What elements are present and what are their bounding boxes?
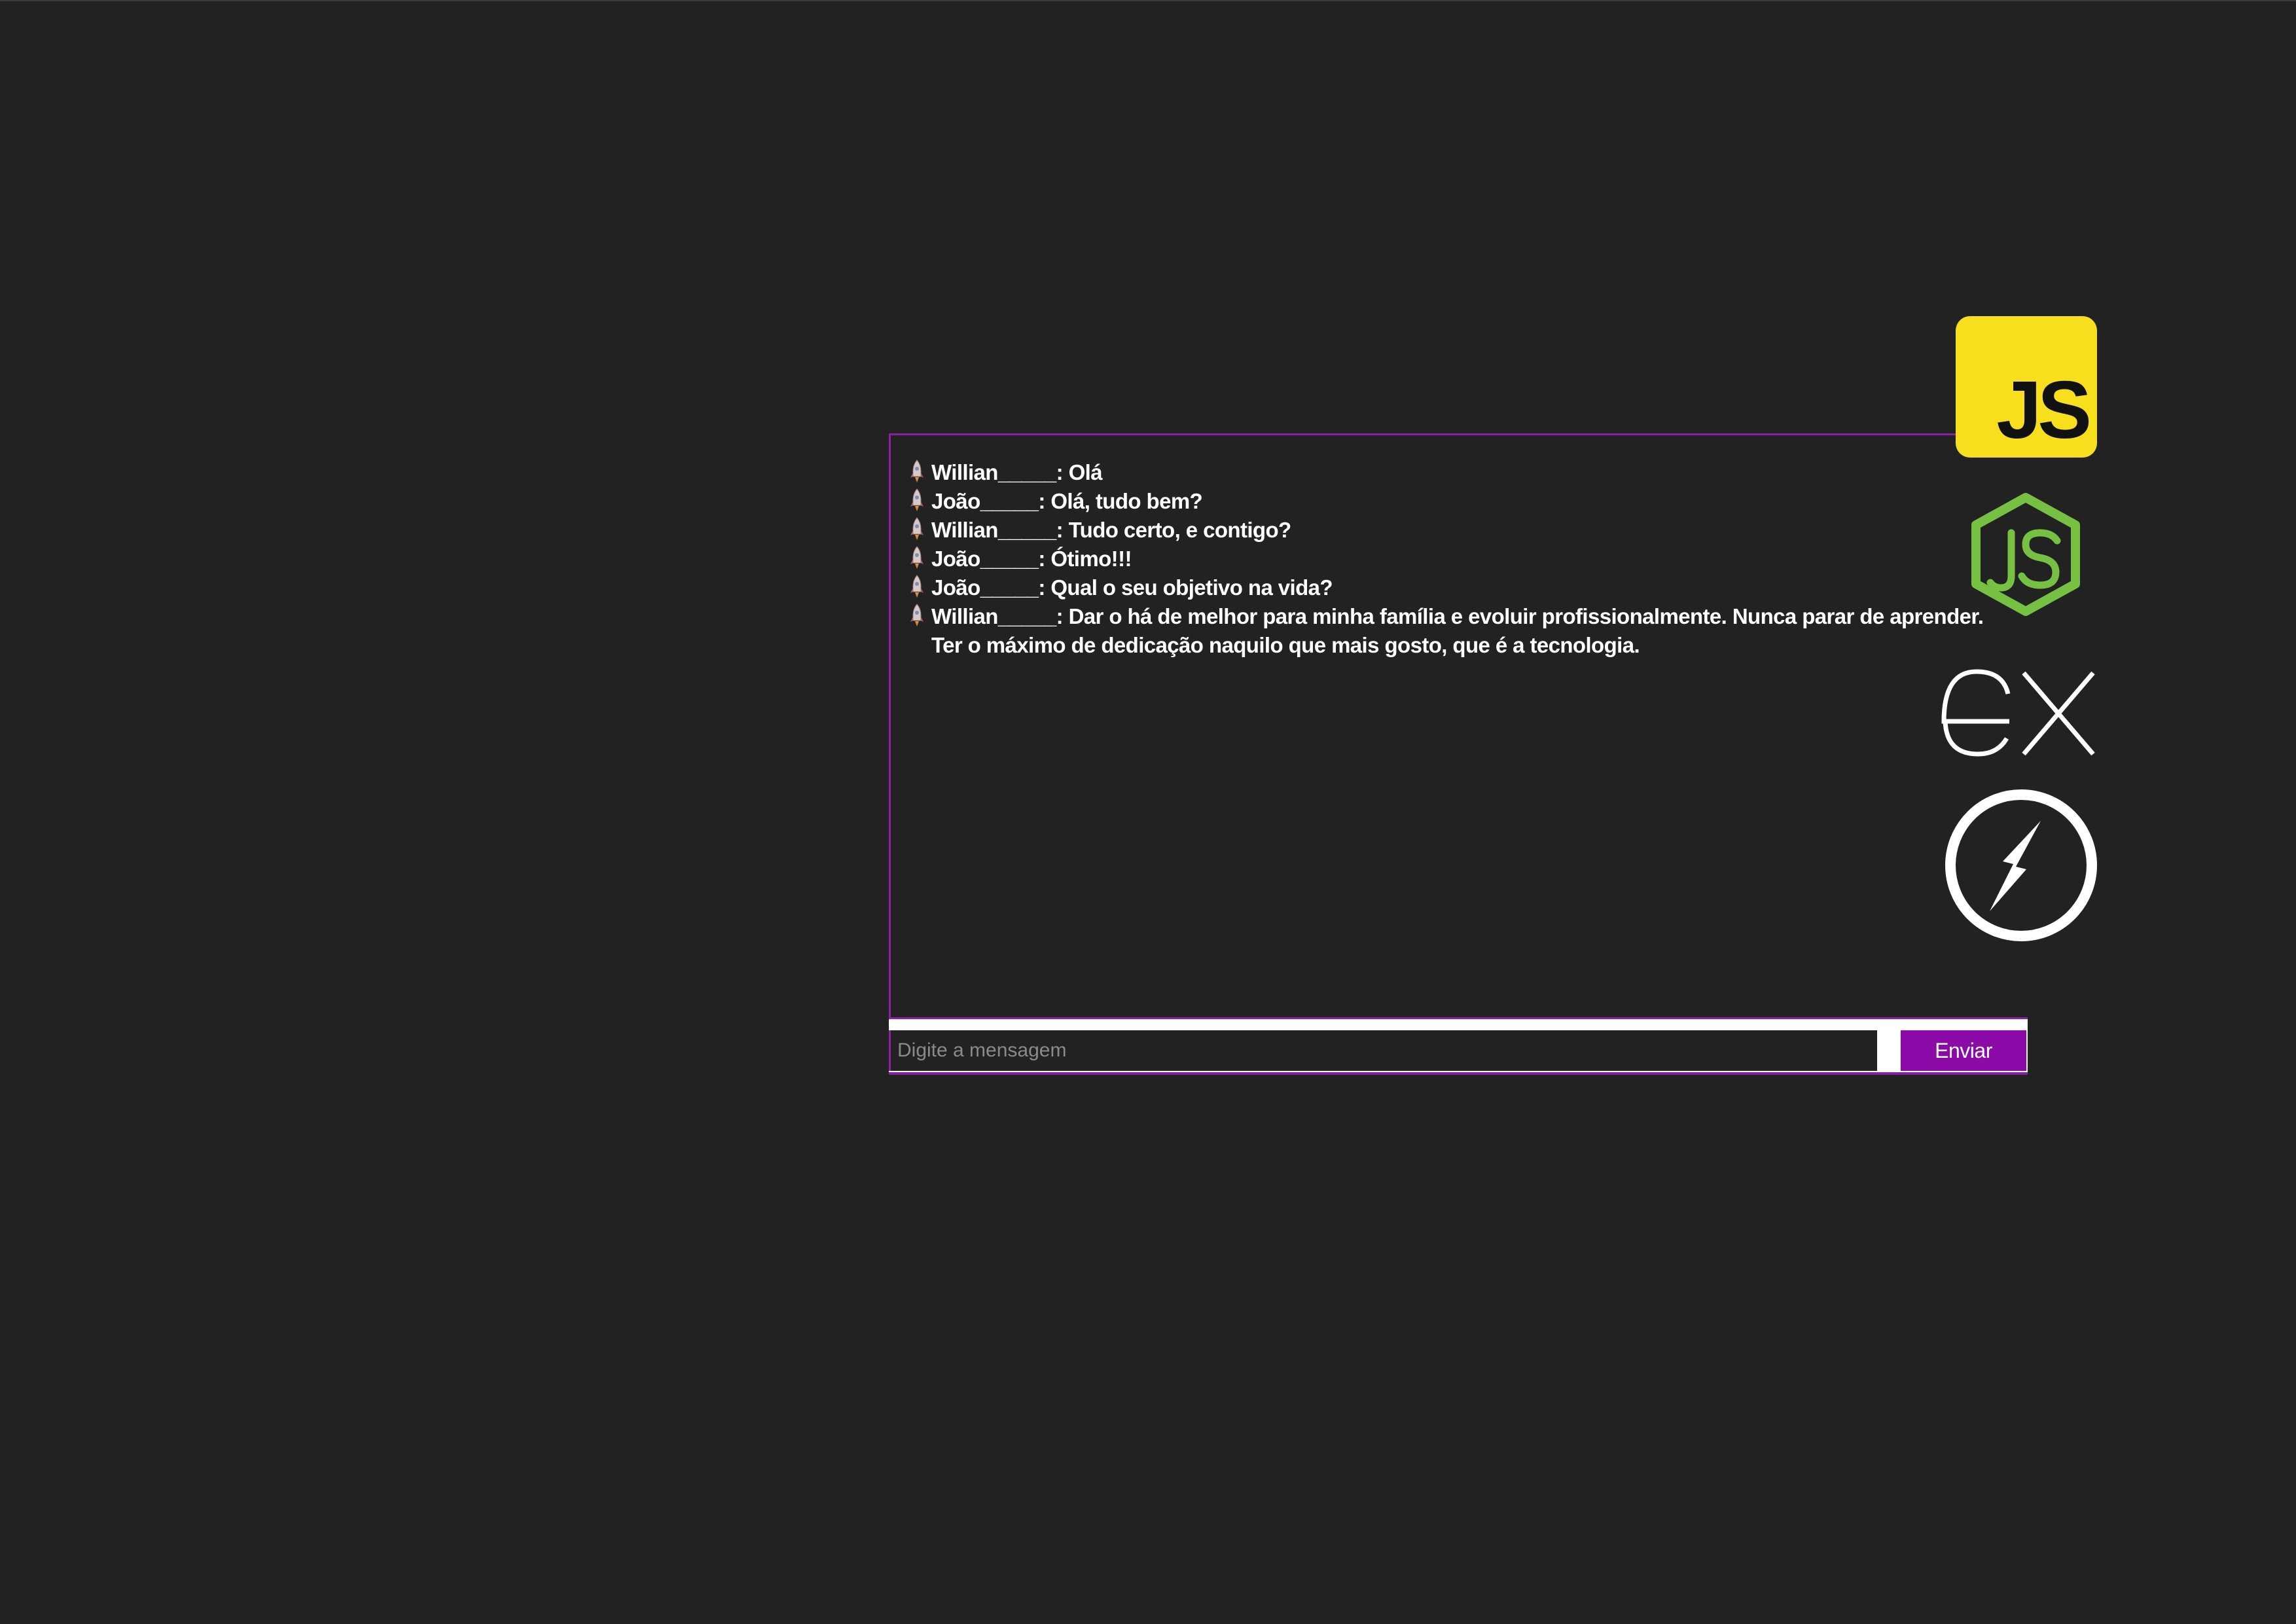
message-item: João_____: Ótimo!!!: [910, 545, 2017, 573]
nodejs-logo: [1971, 493, 2080, 616]
message-text: João_____: Qual o seu objetivo na vida?: [931, 573, 2017, 602]
rocket-icon: [910, 604, 924, 626]
message-body: : Ótimo!!!: [1038, 547, 1132, 571]
message-body: : Qual o seu objetivo na vida?: [1038, 575, 1333, 600]
message-author: Willian_____: [931, 604, 1056, 628]
message-text: Willian_____: Dar o há de melhor para mi…: [931, 602, 2017, 660]
message-author: Willian_____: [931, 460, 1056, 484]
rocket-icon: [910, 517, 924, 540]
page: Willian_____: Olá João_____: Olá, tudo be…: [0, 0, 2296, 1624]
message-item: Willian_____: Dar o há de melhor para mi…: [910, 602, 2017, 660]
socketio-logo: [1945, 789, 2097, 941]
message-body: : Olá: [1056, 460, 1103, 484]
rocket-icon: [910, 546, 924, 569]
rocket-icon: [910, 575, 924, 598]
message-form: Enviar: [889, 1017, 2028, 1075]
chat-panel: Willian_____: Olá João_____: Olá, tudo be…: [889, 433, 2028, 1017]
message-item: Willian_____: Olá: [910, 458, 2017, 487]
message-body: : Olá, tudo bem?: [1038, 489, 1203, 513]
javascript-logo-text: JS: [1996, 365, 2092, 456]
message-body: : Dar o há de melhor para minha família …: [931, 604, 1984, 657]
message-author: João_____: [931, 575, 1039, 600]
message-text: Willian_____: Tudo certo, e contigo?: [931, 516, 2017, 545]
express-logo: [1941, 669, 2095, 757]
message-item: Willian_____: Tudo certo, e contigo?: [910, 516, 2017, 545]
send-button[interactable]: Enviar: [1901, 1030, 2026, 1071]
message-author: João_____: [931, 547, 1039, 571]
message-text: Willian_____: Olá: [931, 458, 2017, 487]
message-list: Willian_____: Olá João_____: Olá, tudo be…: [910, 458, 2017, 660]
message-text: João_____: Olá, tudo bem?: [931, 487, 2017, 516]
javascript-logo: JS: [1956, 316, 2097, 458]
rocket-icon: [910, 460, 924, 482]
message-form-bottom-border: [889, 1072, 2028, 1075]
rocket-icon: [910, 488, 924, 511]
message-text: João_____: Ótimo!!!: [931, 545, 2017, 573]
message-author: João_____: [931, 489, 1039, 513]
message-item: João_____: Qual o seu objetivo na vida?: [910, 573, 2017, 602]
message-input[interactable]: [889, 1030, 1877, 1071]
message-body: : Tudo certo, e contigo?: [1056, 518, 1292, 542]
message-author: Willian_____: [931, 518, 1056, 542]
message-item: João_____: Olá, tudo bem?: [910, 487, 2017, 516]
chat-panel-top-border: [889, 433, 1876, 435]
